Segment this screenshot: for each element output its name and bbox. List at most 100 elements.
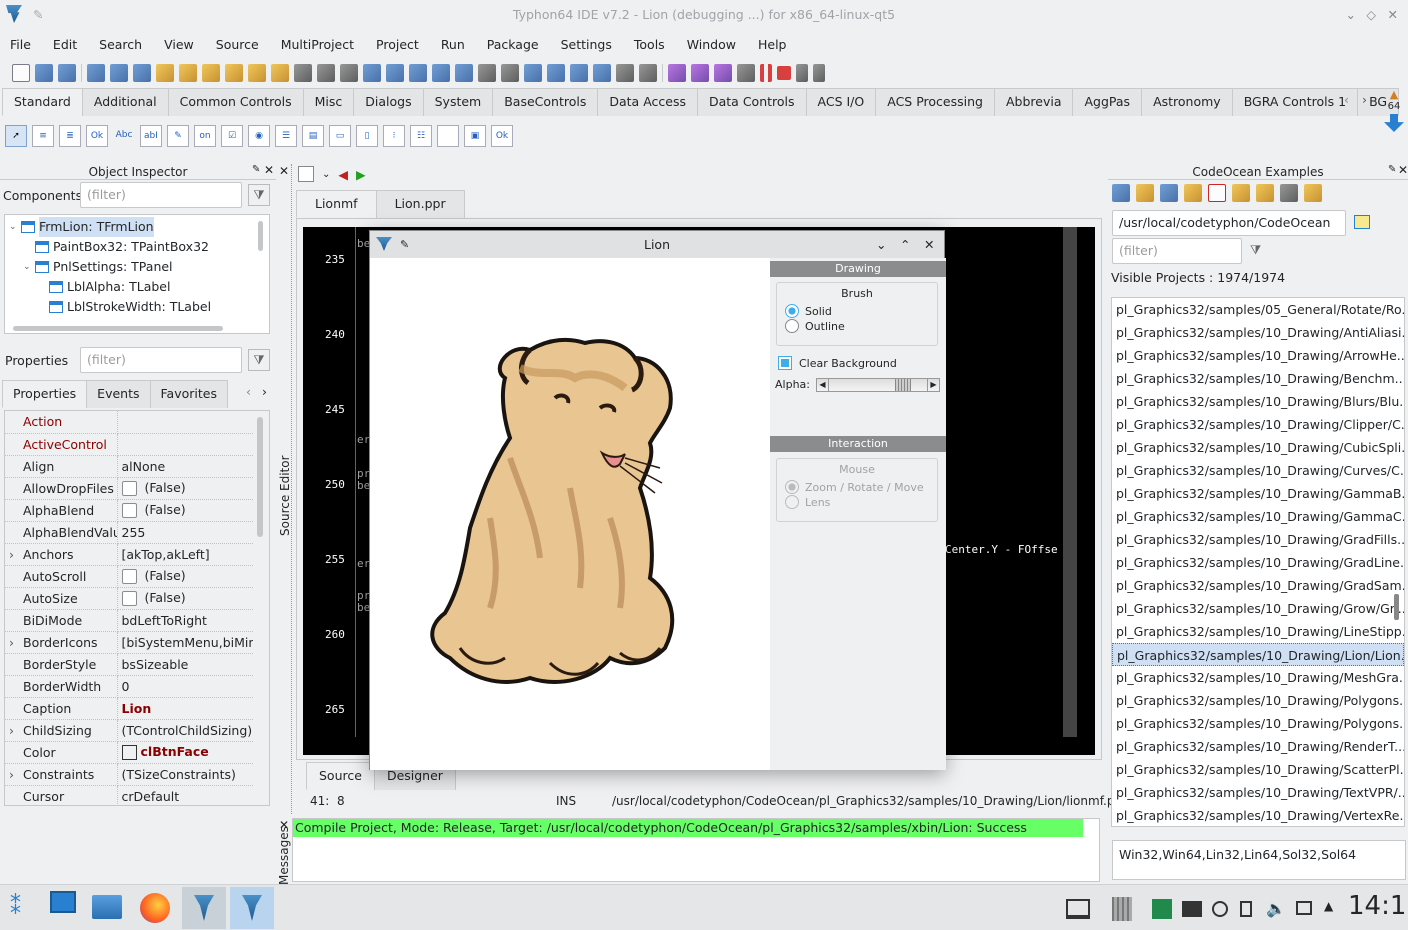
edit-icon[interactable] — [363, 64, 381, 82]
example-item[interactable]: pl_Graphics32/samples/10_Drawing/GammaC.… — [1112, 505, 1404, 528]
property-value-cell[interactable]: [akTop,akLeft] — [117, 543, 253, 566]
volume-icon[interactable]: 🔈 — [1266, 899, 1286, 918]
palette-tab[interactable]: BGRA Controls 1 — [1231, 88, 1359, 116]
panel-comp-icon[interactable] — [437, 125, 459, 147]
lion-task-icon[interactable] — [230, 887, 274, 929]
components-filter-input[interactable]: (filter) — [80, 182, 242, 208]
property-value-cell[interactable]: bdLeftToRight — [117, 609, 253, 632]
example-item[interactable]: pl_Graphics32/samples/05_General/Rotate/… — [1112, 298, 1404, 321]
menu-item-edit[interactable]: Edit — [53, 37, 77, 52]
example-item[interactable]: pl_Graphics32/samples/10_Drawing/LineSti… — [1112, 620, 1404, 643]
expand-icon[interactable]: › — [9, 723, 14, 738]
edit-comp-icon[interactable]: abI — [140, 125, 162, 147]
spreadsheet-icon[interactable] — [1152, 899, 1172, 919]
main-menu-icon[interactable]: ≡ — [32, 125, 54, 147]
tree-expand-icon[interactable]: ⌄ — [23, 257, 31, 277]
property-value-cell[interactable]: (TSizeConstraints) — [117, 763, 253, 786]
example-item[interactable]: pl_Graphics32/samples/10_Drawing/RenderT… — [1112, 735, 1404, 758]
actionlist-comp-icon[interactable]: Ok — [491, 125, 513, 147]
open-icon[interactable] — [58, 64, 76, 82]
palette-scroll-left-icon[interactable]: ‹ — [1344, 92, 1349, 107]
property-row[interactable]: Action — [5, 411, 253, 434]
checkbox-icon[interactable] — [121, 569, 137, 584]
menu-item-tools[interactable]: Tools — [634, 37, 665, 52]
close-editor-icon[interactable]: ✕ — [279, 164, 289, 178]
listbox-comp-icon[interactable]: ☰ — [275, 125, 297, 147]
property-row[interactable]: AlphaBlendValu 255 — [5, 521, 253, 544]
property-value-cell[interactable] — [117, 411, 253, 434]
close-icon[interactable]: ✕ — [1388, 0, 1398, 30]
palette-tab[interactable]: Misc — [302, 88, 355, 116]
example-item[interactable]: pl_Graphics32/samples/10_Drawing/CubicSp… — [1112, 436, 1404, 459]
menu-item-package[interactable]: Package — [487, 37, 539, 52]
tree-node[interactable]: ⌄ PnlSettings: TPanel — [5, 257, 269, 277]
debug-icon[interactable] — [737, 64, 755, 82]
tree-hscrollbar[interactable] — [13, 326, 223, 331]
menu-item-project[interactable]: Project — [376, 37, 419, 52]
checkgroup-comp-icon[interactable]: ☷ — [410, 125, 432, 147]
find-icon[interactable] — [386, 64, 404, 82]
checkbox-comp-icon[interactable]: ☑ — [221, 125, 243, 147]
package-open-icon[interactable] — [179, 64, 197, 82]
property-row[interactable]: Align alNone — [5, 455, 253, 478]
radio-unchecked-icon[interactable] — [785, 319, 799, 333]
mouse-zoom-option[interactable]: Zoom / Rotate / Move — [785, 480, 937, 494]
button-comp-icon[interactable]: Ok — [86, 125, 108, 147]
package-install-icon[interactable] — [271, 64, 289, 82]
palette-tab[interactable]: Additional — [81, 88, 169, 116]
network-icon[interactable] — [524, 64, 542, 82]
inspector-tab-right-icon[interactable]: › — [262, 384, 267, 399]
minimize-icon[interactable]: ⌄ — [1346, 0, 1356, 30]
project-options-icon[interactable] — [133, 64, 151, 82]
radio-comp-icon[interactable]: ◉ — [248, 125, 270, 147]
options-icon[interactable] — [1304, 184, 1322, 202]
project-save-icon[interactable] — [110, 64, 128, 82]
paint-box[interactable] — [370, 258, 770, 770]
step-into-icon[interactable] — [796, 64, 808, 82]
palette-tab[interactable]: System — [422, 88, 494, 116]
brush-outline-option[interactable]: Outline — [785, 319, 937, 333]
palette-tab[interactable]: Common Controls — [167, 88, 304, 116]
inspector-tab-properties[interactable]: Properties — [2, 380, 88, 408]
property-value-cell[interactable]: (False) — [117, 499, 253, 522]
property-row[interactable]: BorderStyle bsSizeable — [5, 653, 253, 676]
tools-icon[interactable] — [570, 64, 588, 82]
lion-pin-icon[interactable]: ✎ — [400, 231, 409, 258]
property-row[interactable]: AutoSize (False) — [5, 587, 253, 610]
inspector-tab-events[interactable]: Events — [86, 380, 151, 408]
tree-node[interactable]: LblAlpha: TLabel — [5, 277, 269, 297]
example-item[interactable]: pl_Graphics32/samples/10_Drawing/Lion/Li… — [1112, 643, 1404, 666]
binoculars-icon[interactable] — [1280, 184, 1298, 202]
pause-icon[interactable] — [760, 64, 772, 82]
compile-message[interactable]: Compile Project, Mode: Release, Target: … — [293, 819, 1083, 837]
stop-icon[interactable] — [777, 66, 791, 80]
popup-menu-icon[interactable]: ≣ — [59, 125, 81, 147]
close-panel-icon[interactable]: ✕ — [264, 163, 274, 177]
pin-icon[interactable]: ✎ — [33, 0, 43, 30]
property-row[interactable]: Cursor crDefault — [5, 785, 253, 805]
globe-icon[interactable] — [1160, 184, 1178, 202]
tree-expand-icon[interactable]: ⌄ — [9, 217, 17, 237]
palette-tab[interactable]: Data Access — [597, 88, 698, 116]
example-item[interactable]: pl_Graphics32/samples/10_Drawing/TextVPR… — [1112, 781, 1404, 804]
groupbox-comp-icon[interactable]: ▯ — [356, 125, 378, 147]
example-item[interactable]: pl_Graphics32/samples/10_Drawing/AntiAli… — [1112, 321, 1404, 344]
clear-prop-filter-icon[interactable]: ⧩ — [248, 349, 270, 371]
trash-icon[interactable] — [1112, 897, 1132, 921]
example-item[interactable]: pl_Graphics32/samples/10_Drawing/GradLin… — [1112, 551, 1404, 574]
editor-tab[interactable]: Lion.ppr — [375, 190, 465, 218]
back-icon[interactable]: ◀ — [338, 167, 348, 182]
property-row[interactable]: › Constraints (TSizeConstraints) — [5, 763, 253, 786]
property-value-cell[interactable]: bsSizeable — [117, 653, 253, 676]
typhon-task-icon[interactable] — [182, 887, 226, 929]
tray-expand-icon[interactable]: ▲ — [1324, 899, 1333, 913]
property-value-cell[interactable]: (False) — [117, 477, 253, 500]
menu-item-source[interactable]: Source — [216, 37, 259, 52]
wave-icon[interactable] — [593, 64, 611, 82]
copy-icon[interactable] — [340, 64, 358, 82]
save-icon[interactable] — [294, 64, 312, 82]
property-value-cell[interactable] — [117, 433, 253, 456]
menu-item-view[interactable]: View — [164, 37, 194, 52]
file-manager-icon[interactable] — [92, 895, 122, 919]
display-icon[interactable] — [1296, 901, 1312, 915]
